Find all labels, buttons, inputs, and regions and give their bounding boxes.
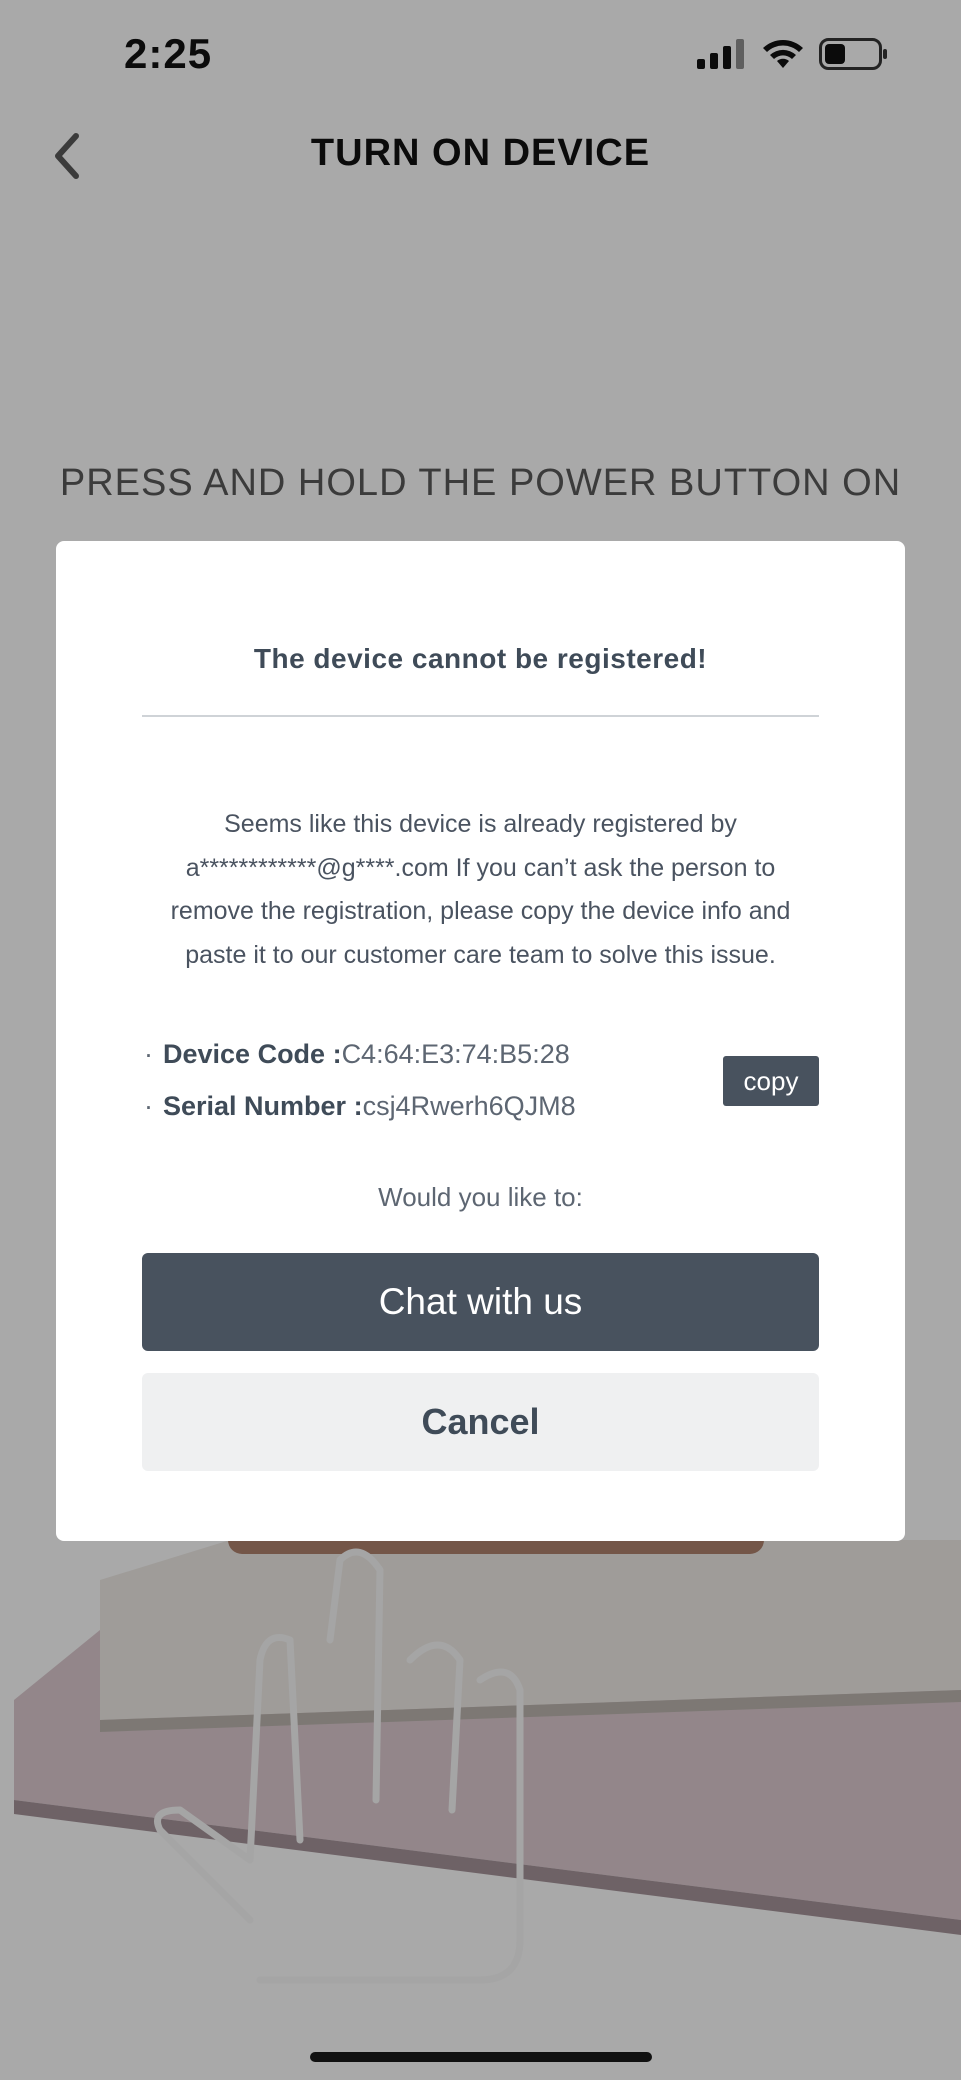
bullet: · — [144, 1039, 153, 1069]
device-code-label: Device Code : — [163, 1039, 342, 1069]
serial-number-value: csj4Rwerh6QJM8 — [362, 1091, 576, 1121]
home-indicator[interactable] — [310, 2052, 652, 2062]
bullet: · — [144, 1091, 153, 1121]
device-code-row: · Device Code :C4:64:E3:74:B5:28 — [144, 1039, 570, 1070]
registration-error-dialog: The device cannot be registered! Seems l… — [56, 541, 905, 1541]
chat-with-us-button[interactable]: Chat with us — [142, 1253, 819, 1351]
cancel-button[interactable]: Cancel — [142, 1373, 819, 1471]
dialog-title: The device cannot be registered! — [253, 643, 708, 674]
device-code-value: C4:64:E3:74:B5:28 — [341, 1039, 570, 1069]
copy-button[interactable]: copy — [723, 1056, 819, 1106]
dialog-prompt: Would you like to: — [378, 1182, 583, 1212]
dialog-message: Seems like this device is already regist… — [170, 810, 791, 969]
serial-number-row: · Serial Number :csj4Rwerh6QJM8 — [144, 1091, 576, 1122]
serial-number-label: Serial Number : — [163, 1091, 363, 1121]
dialog-divider — [142, 715, 819, 717]
